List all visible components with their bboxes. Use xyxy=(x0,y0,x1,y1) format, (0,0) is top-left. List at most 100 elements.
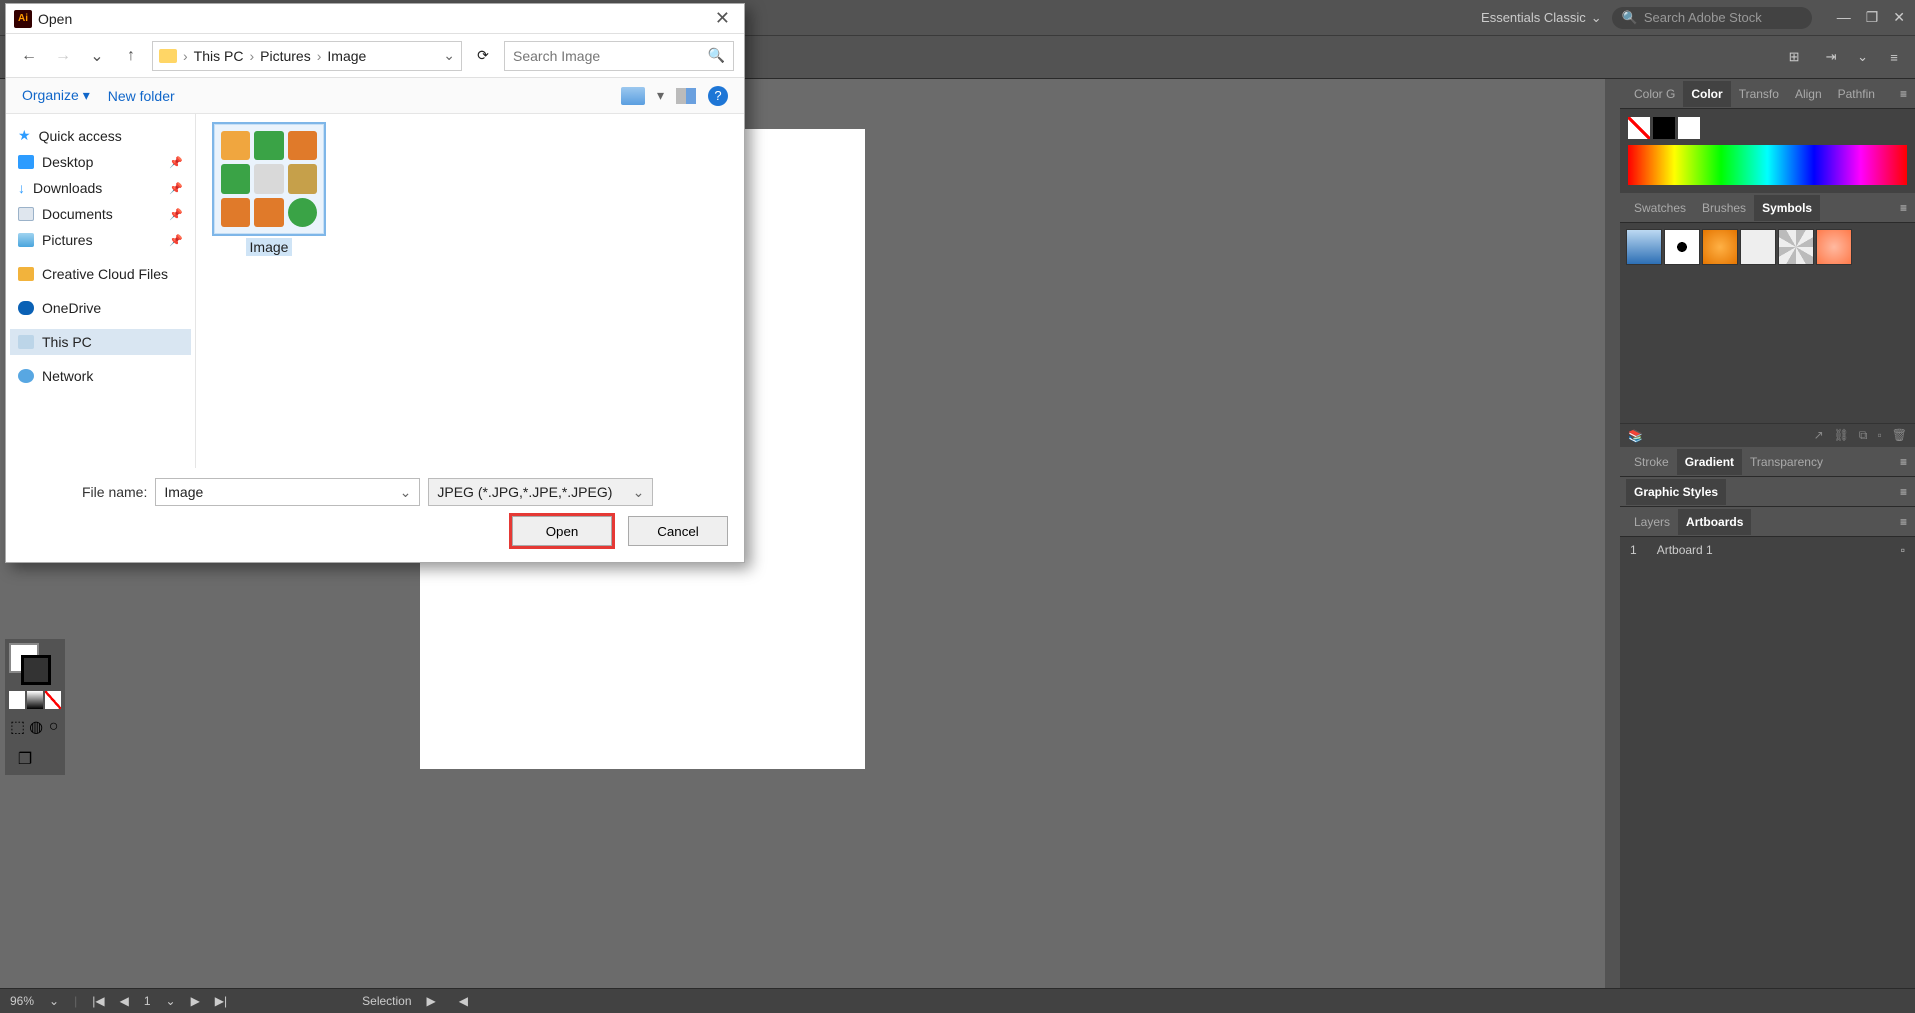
place-symbol-icon[interactable]: ↗ xyxy=(1814,428,1824,443)
library-icon[interactable]: 📚 xyxy=(1628,429,1643,443)
preview-pane-button[interactable] xyxy=(676,88,696,104)
panel-menu-icon[interactable]: ≡ xyxy=(1892,485,1915,499)
break-link-icon[interactable]: ⛓ xyxy=(1834,428,1849,443)
stroke-swatch[interactable] xyxy=(21,655,51,685)
delete-symbol-icon[interactable]: 🗑 xyxy=(1892,428,1907,443)
gradient-mode-button[interactable] xyxy=(27,691,43,709)
artboard-options-icon[interactable]: ▫ xyxy=(1901,543,1905,557)
breadcrumb-item[interactable]: Image xyxy=(327,48,366,64)
last-artboard-icon[interactable]: ▶| xyxy=(215,994,227,1008)
tree-pictures[interactable]: Pictures📌 xyxy=(10,227,191,253)
stroke-black-swatch[interactable] xyxy=(1653,117,1675,139)
tab-transparency[interactable]: Transparency xyxy=(1742,449,1831,475)
screen-mode-button[interactable]: ⬚ xyxy=(10,714,25,740)
refresh-button[interactable]: ⟳ xyxy=(470,43,496,69)
fill-none-swatch[interactable] xyxy=(1628,117,1650,139)
close-app-button[interactable]: ✕ xyxy=(1893,9,1905,26)
white-swatch[interactable] xyxy=(1678,117,1700,139)
folder-search[interactable]: Search Image 🔍 xyxy=(504,41,734,71)
tree-downloads[interactable]: ↓Downloads📌 xyxy=(10,175,191,201)
screen-mode-3-button[interactable]: ○ xyxy=(47,714,60,740)
tree-quick-access[interactable]: ★Quick access xyxy=(10,122,191,149)
artboard-number-field[interactable]: 1 xyxy=(144,994,151,1008)
tab-align[interactable]: Align xyxy=(1787,81,1830,107)
help-button[interactable]: ? xyxy=(708,86,728,106)
properties-icon[interactable]: ≡ xyxy=(1883,46,1905,68)
tab-artboards[interactable]: Artboards xyxy=(1678,509,1751,535)
breadcrumb-item[interactable]: Pictures xyxy=(260,48,311,64)
next-artboard-icon[interactable]: ▶ xyxy=(191,994,200,1008)
tree-documents[interactable]: Documents📌 xyxy=(10,201,191,227)
chevron-down-icon[interactable]: ⌄ xyxy=(49,994,59,1008)
tab-layers[interactable]: Layers xyxy=(1626,509,1678,535)
chevron-down-icon[interactable]: ⌄ xyxy=(1857,49,1868,65)
tab-symbols[interactable]: Symbols xyxy=(1754,195,1820,221)
tab-color-guide[interactable]: Color G xyxy=(1626,81,1683,107)
panel-menu-icon[interactable]: ≡ xyxy=(1892,515,1915,529)
tab-gradient[interactable]: Gradient xyxy=(1677,449,1742,475)
chevron-down-icon[interactable]: ⌄ xyxy=(166,994,176,1008)
symbol-item[interactable] xyxy=(1740,229,1776,265)
workspace-switcher[interactable]: Essentials Classic ⌄ xyxy=(1481,10,1602,26)
recent-dropdown[interactable]: ⌄ xyxy=(84,43,110,69)
color-mode-button[interactable] xyxy=(9,691,25,709)
symbol-item[interactable] xyxy=(1626,229,1662,265)
filename-input[interactable]: Image ⌄ xyxy=(155,478,420,506)
screen-mode-2-button[interactable]: ◍ xyxy=(29,714,43,740)
tab-transform[interactable]: Transfo xyxy=(1731,81,1787,107)
address-bar[interactable]: › This PC › Pictures › Image ⌄ xyxy=(152,41,462,71)
tab-graphic-styles[interactable]: Graphic Styles xyxy=(1626,479,1726,505)
symbol-item[interactable] xyxy=(1816,229,1852,265)
hscroll-left-icon[interactable]: ◀ xyxy=(459,994,468,1008)
zoom-level[interactable]: 96% xyxy=(10,994,34,1008)
new-symbol-icon[interactable]: ▫ xyxy=(1878,428,1882,443)
address-dropdown-icon[interactable]: ⌄ xyxy=(443,47,455,64)
prev-artboard-icon[interactable]: ◀ xyxy=(120,994,129,1008)
panel-menu-icon[interactable]: ≡ xyxy=(1892,455,1915,469)
symbol-options-icon[interactable]: ⧉ xyxy=(1859,428,1868,443)
tree-network[interactable]: Network xyxy=(10,363,191,389)
tree-onedrive[interactable]: OneDrive xyxy=(10,295,191,321)
file-item[interactable]: Image xyxy=(206,124,332,255)
status-chevron-icon[interactable]: ▶ xyxy=(427,994,436,1008)
panel-tabs-symbols: Swatches Brushes Symbols ≡ xyxy=(1620,193,1915,223)
filetype-select[interactable]: JPEG (*.JPG,*.JPE,*.JPEG) ⌄ xyxy=(428,478,653,506)
restore-button[interactable]: ❐ xyxy=(1866,9,1879,26)
breadcrumb-item[interactable]: This PC xyxy=(194,48,244,64)
adobe-stock-search[interactable]: 🔍 Search Adobe Stock xyxy=(1612,7,1812,29)
panel-menu-icon[interactable]: ≡ xyxy=(1892,201,1915,215)
back-button[interactable]: ← xyxy=(16,43,42,69)
minimize-button[interactable]: — xyxy=(1837,9,1851,26)
new-folder-button[interactable]: New folder xyxy=(108,88,175,104)
screens-overlap-icon[interactable]: ❐ xyxy=(10,748,40,770)
first-artboard-icon[interactable]: |◀ xyxy=(92,994,104,1008)
symbol-item[interactable] xyxy=(1702,229,1738,265)
arrange-icon[interactable]: ⇥ xyxy=(1820,46,1842,68)
symbol-item[interactable] xyxy=(1664,229,1700,265)
chevron-down-icon[interactable]: ⌄ xyxy=(400,484,412,501)
tab-color[interactable]: Color xyxy=(1683,81,1730,107)
symbol-item[interactable] xyxy=(1778,229,1814,265)
chevron-down-icon[interactable]: ▾ xyxy=(657,87,664,104)
grid-icon[interactable]: ⊞ xyxy=(1783,46,1805,68)
panel-menu-icon[interactable]: ≡ xyxy=(1892,87,1915,101)
artboard-row[interactable]: 1 Artboard 1 ▫ xyxy=(1620,537,1915,563)
organize-button[interactable]: Organize ▾ xyxy=(22,87,90,104)
color-spectrum[interactable] xyxy=(1628,145,1907,185)
vertical-scrollbar[interactable] xyxy=(1605,79,1620,988)
tab-pathfinder[interactable]: Pathfin xyxy=(1830,81,1883,107)
tab-swatches[interactable]: Swatches xyxy=(1626,195,1694,221)
view-mode-button[interactable] xyxy=(621,87,645,105)
tab-stroke[interactable]: Stroke xyxy=(1626,449,1677,475)
none-mode-button[interactable] xyxy=(45,691,61,709)
tree-creative-cloud[interactable]: Creative Cloud Files xyxy=(10,261,191,287)
cancel-button[interactable]: Cancel xyxy=(628,516,728,546)
tree-desktop[interactable]: Desktop📌 xyxy=(10,149,191,175)
tab-brushes[interactable]: Brushes xyxy=(1694,195,1754,221)
open-button[interactable]: Open xyxy=(512,516,612,546)
up-button[interactable]: ↑ xyxy=(118,43,144,69)
close-dialog-button[interactable]: ✕ xyxy=(709,8,736,29)
tree-this-pc[interactable]: This PC xyxy=(10,329,191,355)
chevron-down-icon[interactable]: ⌄ xyxy=(633,484,645,501)
file-list[interactable]: Image xyxy=(196,114,744,468)
